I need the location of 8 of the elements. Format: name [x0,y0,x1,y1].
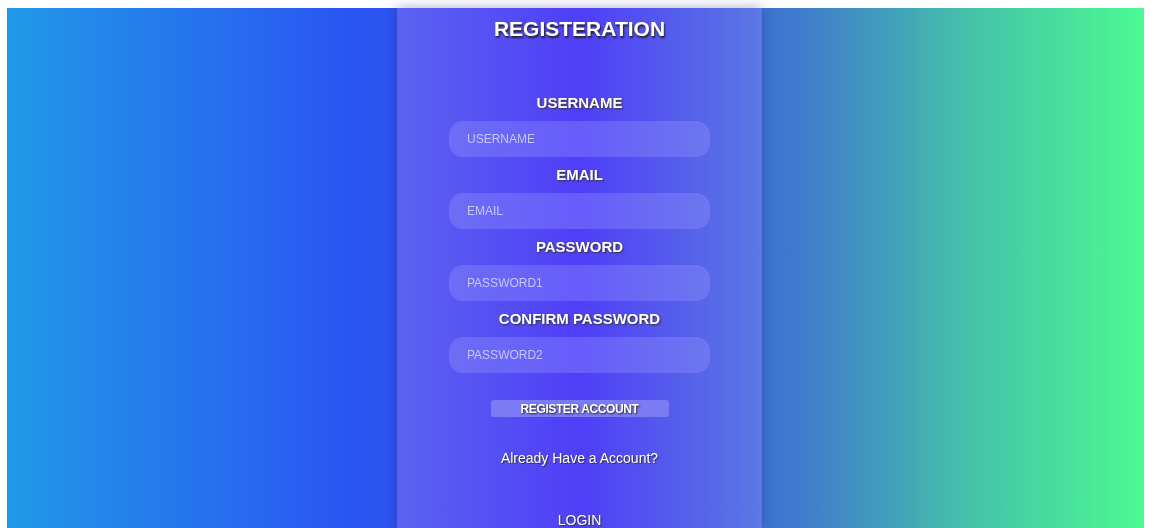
register-button[interactable]: REGISTER ACCOUNT [490,400,669,417]
field-label: CONFIRM PASSWORD [498,310,661,328]
field-label: EMAIL [556,166,603,184]
field-label: PASSWORD [535,238,624,256]
login-link[interactable]: LOGIN [557,512,602,528]
account-prompt: Already Have a Account? [500,450,659,466]
form-title: REGISTERATION [493,16,666,42]
field-label: USERNAME [536,94,623,112]
